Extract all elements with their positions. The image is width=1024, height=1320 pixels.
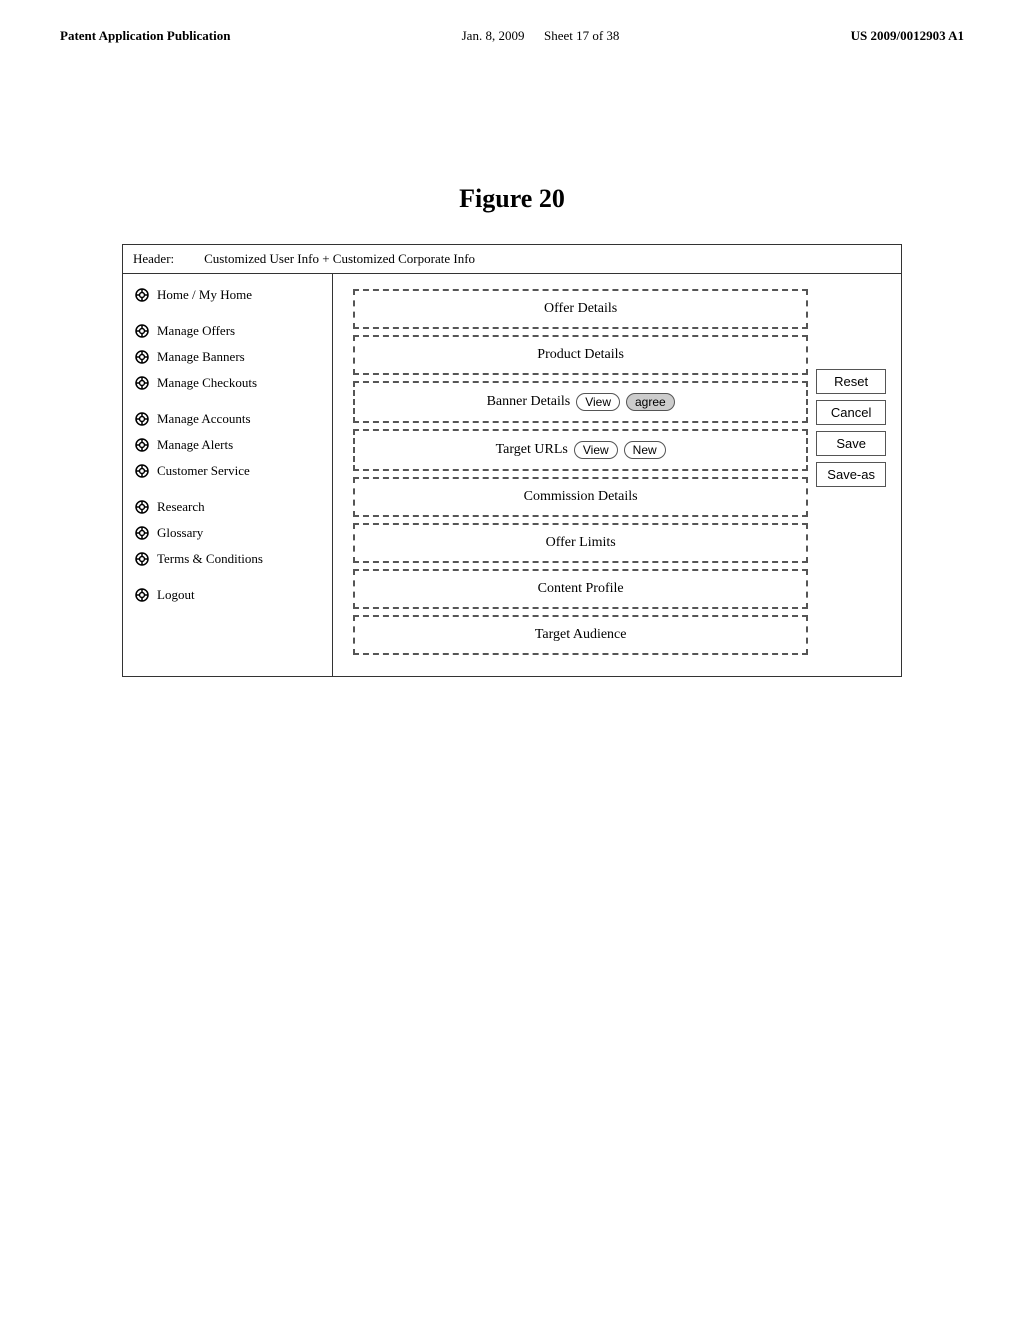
sheet-info: Sheet 17 of 38: [544, 28, 619, 43]
manage-checkouts-icon: [133, 374, 151, 392]
banner-view-button[interactable]: View: [576, 393, 620, 411]
action-buttons: Reset Cancel Save Save-as: [816, 289, 886, 661]
sidebar-label-manage-alerts: Manage Alerts: [157, 437, 233, 453]
manage-offers-icon: [133, 322, 151, 340]
section-content-profile: Content Profile: [353, 569, 808, 609]
sidebar-spacer-4: [123, 572, 332, 582]
patent-header: Patent Application Publication Jan. 8, 2…: [0, 0, 1024, 54]
sidebar-spacer-2: [123, 396, 332, 406]
section-target-audience: Target Audience: [353, 615, 808, 655]
manage-accounts-icon: [133, 410, 151, 428]
target-urls-row: Target URLs View New: [370, 441, 791, 459]
section-target-urls: Target URLs View New: [353, 429, 808, 471]
sidebar-label-manage-banners: Manage Banners: [157, 349, 245, 365]
sidebar-spacer-3: [123, 484, 332, 494]
sidebar-label-terms: Terms & Conditions: [157, 551, 263, 567]
reset-button[interactable]: Reset: [816, 369, 886, 394]
section-offer-limits-label: Offer Limits: [546, 535, 616, 550]
section-content-profile-label: Content Profile: [538, 581, 624, 596]
main-content: Offer Details Product Details Banner Det…: [333, 274, 901, 676]
section-target-audience-label: Target Audience: [535, 627, 627, 642]
section-banner-details: Banner Details View agree: [353, 381, 808, 423]
target-view-button[interactable]: View: [574, 441, 618, 459]
section-offer-limits: Offer Limits: [353, 523, 808, 563]
customer-service-icon: [133, 462, 151, 480]
target-new-button[interactable]: New: [624, 441, 666, 459]
sidebar-label-glossary: Glossary: [157, 525, 203, 541]
sidebar-label-manage-offers: Manage Offers: [157, 323, 235, 339]
section-product-details: Product Details: [353, 335, 808, 375]
sidebar-spacer-1: [123, 308, 332, 318]
sidebar-item-home[interactable]: Home / My Home: [123, 282, 332, 308]
section-offer-details: Offer Details: [353, 289, 808, 329]
manage-alerts-icon: [133, 436, 151, 454]
sidebar: Home / My Home Manage O: [123, 274, 333, 676]
patent-header-center: Jan. 8, 2009 Sheet 17 of 38: [462, 28, 620, 44]
section-commission-details: Commission Details: [353, 477, 808, 517]
header-label: Header:: [133, 251, 174, 267]
banner-details-row: Banner Details View agree: [370, 393, 791, 411]
sidebar-item-terms[interactable]: Terms & Conditions: [123, 546, 332, 572]
sidebar-label-customer-service: Customer Service: [157, 463, 250, 479]
header-value: Customized User Info + Customized Corpor…: [204, 251, 475, 267]
sidebar-item-manage-banners[interactable]: Manage Banners: [123, 344, 332, 370]
sidebar-item-manage-offers[interactable]: Manage Offers: [123, 318, 332, 344]
terms-icon: [133, 550, 151, 568]
save-as-button[interactable]: Save-as: [816, 462, 886, 487]
sidebar-label-research: Research: [157, 499, 205, 515]
sidebar-label-manage-checkouts: Manage Checkouts: [157, 375, 257, 391]
figure-title: Figure 20: [0, 184, 1024, 214]
diagram-wrapper: Header: Customized User Info + Customize…: [122, 244, 902, 677]
home-icon: [133, 286, 151, 304]
sidebar-item-customer-service[interactable]: Customer Service: [123, 458, 332, 484]
section-offer-details-label: Offer Details: [544, 301, 617, 316]
sidebar-item-manage-accounts[interactable]: Manage Accounts: [123, 406, 332, 432]
sections-panel: Offer Details Product Details Banner Det…: [353, 289, 808, 661]
patent-header-left: Patent Application Publication: [60, 28, 230, 44]
section-product-details-label: Product Details: [537, 347, 624, 362]
section-target-urls-label: Target URLs: [496, 442, 568, 458]
logout-icon: [133, 586, 151, 604]
cancel-button[interactable]: Cancel: [816, 400, 886, 425]
sidebar-item-manage-alerts[interactable]: Manage Alerts: [123, 432, 332, 458]
glossary-icon: [133, 524, 151, 542]
sidebar-label-manage-accounts: Manage Accounts: [157, 411, 251, 427]
header-row: Header: Customized User Info + Customize…: [123, 245, 901, 274]
sidebar-label-logout: Logout: [157, 587, 195, 603]
content-row: Home / My Home Manage O: [123, 274, 901, 676]
section-banner-details-label: Banner Details: [487, 394, 571, 410]
sidebar-item-logout[interactable]: Logout: [123, 582, 332, 608]
manage-banners-icon: [133, 348, 151, 366]
outer-box: Header: Customized User Info + Customize…: [122, 244, 902, 677]
section-commission-details-label: Commission Details: [524, 489, 638, 504]
research-icon: [133, 498, 151, 516]
banner-agree-button[interactable]: agree: [626, 393, 675, 411]
sidebar-item-manage-checkouts[interactable]: Manage Checkouts: [123, 370, 332, 396]
save-button[interactable]: Save: [816, 431, 886, 456]
sidebar-item-glossary[interactable]: Glossary: [123, 520, 332, 546]
sidebar-item-research[interactable]: Research: [123, 494, 332, 520]
sidebar-label-home: Home / My Home: [157, 287, 252, 303]
patent-header-right: US 2009/0012903 A1: [851, 28, 964, 44]
